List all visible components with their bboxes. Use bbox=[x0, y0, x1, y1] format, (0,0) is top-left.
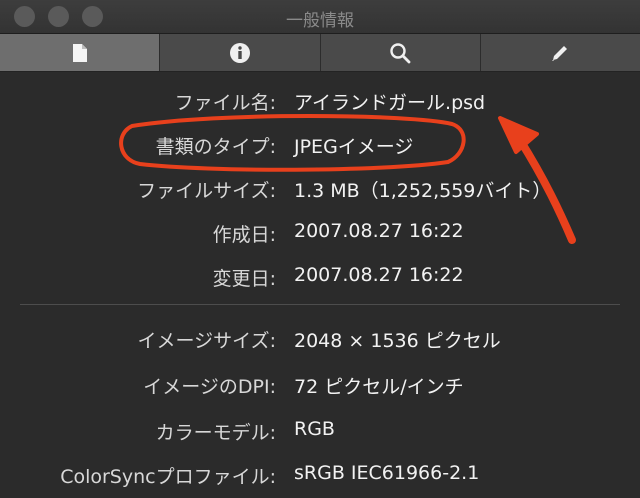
tab-general-info[interactable] bbox=[0, 34, 161, 71]
created-label: 作成日: bbox=[212, 224, 276, 246]
pencil-icon bbox=[552, 45, 568, 61]
modified-value: 2007.08.27 16:22 bbox=[294, 264, 464, 286]
profile-value: sRGB IEC61966-2.1 bbox=[294, 462, 480, 484]
row-created: 作成日: 2007.08.27 16:22 bbox=[0, 212, 640, 252]
modified-label: 変更日: bbox=[212, 268, 276, 290]
profile-label: ColorSyncプロファイル: bbox=[60, 466, 276, 488]
search-icon bbox=[390, 42, 411, 63]
row-colorsync-profile: ColorSyncプロファイル: sRGB IEC61966-2.1 bbox=[0, 454, 640, 494]
dimensions-value: 2048 × 1536 ピクセル bbox=[294, 330, 501, 352]
info-icon bbox=[229, 42, 250, 63]
section-divider bbox=[20, 304, 620, 305]
row-dimensions: イメージサイズ: 2048 × 1536 ピクセル bbox=[0, 318, 640, 358]
window-title: 一般情報 bbox=[286, 11, 354, 31]
row-dpi: イメージのDPI: 72 ピクセル/インチ bbox=[0, 364, 640, 404]
row-size: ファイルサイズ: 1.3 MB（1,252,559バイト） bbox=[0, 168, 640, 208]
row-color-model: カラーモデル: RGB bbox=[0, 410, 640, 450]
title-bar: 一般情報 bbox=[0, 0, 640, 34]
dimensions-label: イメージサイズ: bbox=[137, 330, 276, 352]
filename-value: アイランドガール.psd bbox=[294, 92, 486, 114]
row-filename: ファイル名: アイランドガール.psd bbox=[0, 80, 640, 120]
inspector-tab-bar bbox=[0, 34, 640, 72]
color-model-label: カラーモデル: bbox=[155, 422, 276, 444]
size-value: 1.3 MB（1,252,559バイト） bbox=[294, 180, 552, 202]
dpi-value: 72 ピクセル/インチ bbox=[294, 376, 464, 398]
tab-search[interactable] bbox=[321, 34, 481, 71]
row-modified: 変更日: 2007.08.27 16:22 bbox=[0, 256, 640, 296]
document-icon bbox=[72, 43, 87, 62]
kind-label: 書類のタイプ: bbox=[155, 136, 276, 158]
tab-edit[interactable] bbox=[481, 34, 640, 71]
created-value: 2007.08.27 16:22 bbox=[294, 220, 464, 242]
row-kind: 書類のタイプ: JPEGイメージ bbox=[0, 124, 640, 164]
filename-label: ファイル名: bbox=[174, 92, 276, 114]
size-label: ファイルサイズ: bbox=[137, 180, 276, 202]
dpi-label: イメージのDPI: bbox=[143, 376, 276, 398]
kind-value: JPEGイメージ bbox=[294, 136, 414, 158]
tab-more-info[interactable] bbox=[160, 34, 321, 71]
color-model-value: RGB bbox=[294, 418, 335, 440]
